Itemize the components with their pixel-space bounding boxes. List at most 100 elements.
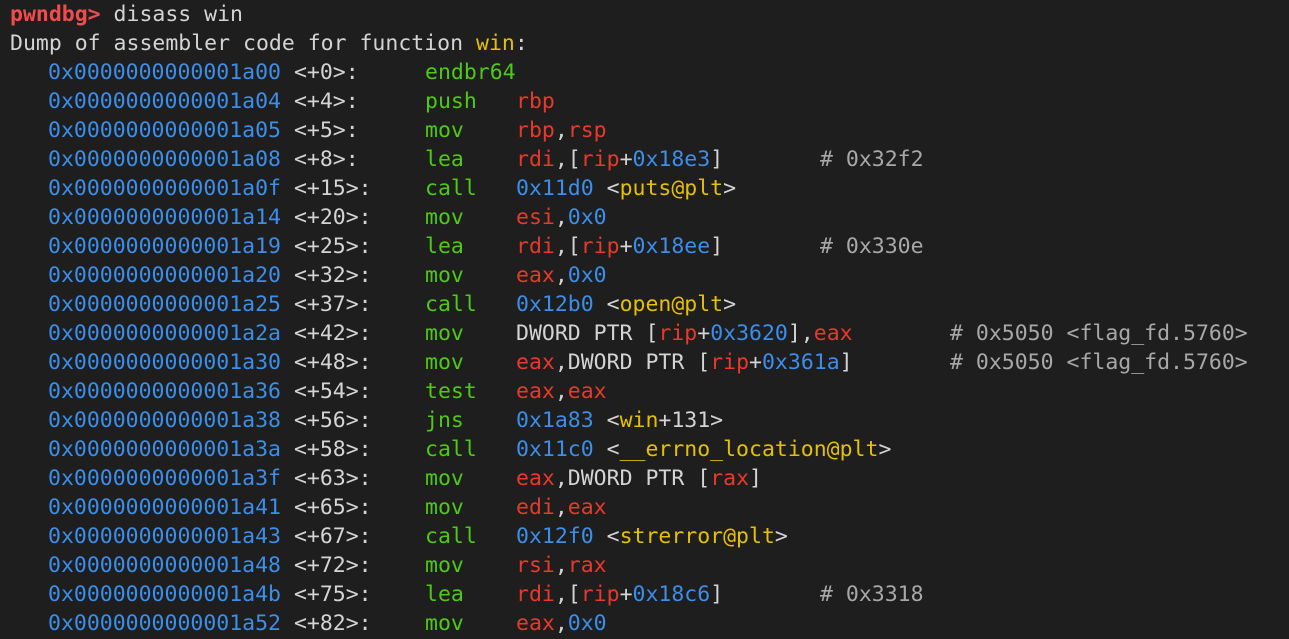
operand-text: +131> <box>658 408 724 433</box>
instruction-address: 0x0000000000001a3a <box>48 437 281 462</box>
operand-text: ,[ <box>554 234 581 259</box>
instruction-offset: <+37>: <box>293 292 372 317</box>
instruction-mnemonic: mov <box>425 495 464 520</box>
instruction-operands: rsi,rax <box>516 551 607 580</box>
operand-text: + <box>619 582 633 607</box>
instruction-operands: 0x1a83 <win+131> <box>516 406 723 435</box>
instruction-offset: <+72>: <box>293 553 372 578</box>
instruction-row: 0x0000000000001a08 <+8>: lea rdi,[rip+0x18… <box>48 145 924 174</box>
operand-number: 0x1a83 <box>516 408 594 433</box>
instruction-address: 0x0000000000001a25 <box>48 292 281 317</box>
operand-text: > <box>723 292 737 317</box>
instruction-operands: 0x11d0 <puts@plt> <box>516 174 736 203</box>
operand-text: , <box>554 553 568 578</box>
operand-text: ,[ <box>554 147 581 172</box>
instruction-row: 0x0000000000001a20 <+32>: mov eax,0x0 <box>48 261 607 290</box>
operand-number: 0x18e3 <box>632 147 711 172</box>
operand-number: 0x361a <box>761 350 840 375</box>
instruction-mnemonic: call <box>425 437 477 462</box>
operand-text: ], <box>787 321 814 346</box>
instruction-operands: eax,0x0 <box>516 609 607 638</box>
instruction-row: 0x0000000000001a19 <+25>: lea rdi,[rip+0x1… <box>48 232 924 261</box>
operand-register: eax <box>516 350 555 375</box>
instruction-address: 0x0000000000001a38 <box>48 408 281 433</box>
operand-text: > <box>723 176 737 201</box>
operand-register: rip <box>658 321 698 346</box>
operand-text: + <box>749 350 762 375</box>
operand-number: 0x11c0 <box>516 437 594 462</box>
pwndbg-prompt: pwndbg> <box>10 2 101 27</box>
operand-register: rbp <box>516 118 555 143</box>
instruction-offset: <+20>: <box>293 205 372 230</box>
operand-text: ] <box>710 582 724 607</box>
instruction-operands: rbp,rsp <box>516 116 607 145</box>
instruction-address: 0x0000000000001a30 <box>48 350 281 375</box>
operand-number: 0x18ee <box>632 234 711 259</box>
dump-header: Dump of assembler code for function win: <box>10 29 528 58</box>
instruction-mnemonic: mov <box>425 118 464 143</box>
instruction-address: 0x0000000000001a3f <box>48 466 281 491</box>
operand-register: rip <box>580 147 620 172</box>
operand-register: rbp <box>516 89 555 114</box>
instruction-offset: <+8>: <box>293 147 359 172</box>
instruction-row: 0x0000000000001a25 <+37>: call 0x12b0 <ope… <box>48 290 736 319</box>
instruction-row: 0x0000000000001a43 <+67>: call 0x12f0 <str… <box>48 522 788 551</box>
instruction-address: 0x0000000000001a0f <box>48 176 281 201</box>
operand-number: 0x3620 <box>710 321 788 346</box>
instruction-offset: <+58>: <box>293 437 372 462</box>
operand-register: eax <box>567 379 607 404</box>
operand-register: eax <box>516 263 555 288</box>
instruction-address: 0x0000000000001a48 <box>48 553 281 578</box>
instruction-operands: eax,DWORD PTR [rip+0x361a] <box>516 348 853 377</box>
instruction-address: 0x0000000000001a19 <box>48 234 281 259</box>
instruction-address: 0x0000000000001a52 <box>48 611 281 636</box>
instruction-operands: 0x12b0 <open@plt> <box>516 290 736 319</box>
instruction-row: 0x0000000000001a48 <+72>: mov rsi,rax <box>48 551 607 580</box>
operand-text: ] <box>839 350 853 375</box>
instruction-offset: <+75>: <box>293 582 372 607</box>
operand-symbol: open@plt <box>619 292 724 317</box>
instruction-mnemonic: mov <box>425 611 464 636</box>
instruction-mnemonic: mov <box>425 553 464 578</box>
instruction-operands: 0x12f0 <strerror@plt> <box>516 522 788 551</box>
instruction-comment: # 0x32f2 <box>820 147 924 172</box>
instruction-row: 0x0000000000001a0f <+15>: call 0x11d0 <put… <box>48 174 736 203</box>
instruction-address: 0x0000000000001a08 <box>48 147 281 172</box>
operand-symbol: puts@plt <box>619 176 724 201</box>
instruction-row: 0x0000000000001a3f <+63>: mov eax,DWORD PT… <box>48 464 762 493</box>
operand-number: 0x18c6 <box>632 582 711 607</box>
command-text: disass win <box>100 2 243 27</box>
instruction-operands: eax,0x0 <box>516 261 607 290</box>
operand-text: + <box>619 147 633 172</box>
instruction-address: 0x0000000000001a43 <box>48 524 281 549</box>
operand-register: eax <box>813 321 853 346</box>
operand-text: ] <box>749 466 762 491</box>
instruction-mnemonic: jns <box>425 408 464 433</box>
dump-header-suffix: : <box>514 31 528 56</box>
instruction-comment: # 0x3318 <box>820 582 924 607</box>
instruction-mnemonic: push <box>425 89 477 114</box>
instruction-mnemonic: mov <box>425 321 464 346</box>
instruction-row: 0x0000000000001a52 <+82>: mov eax,0x0 <box>48 609 607 638</box>
operand-text: + <box>619 234 633 259</box>
instruction-comment: # 0x5050 <flag_fd.5760> <box>950 350 1248 375</box>
instruction-address: 0x0000000000001a20 <box>48 263 281 288</box>
instruction-operands: DWORD PTR [rip+0x3620],eax <box>516 319 853 348</box>
operand-text: < <box>593 292 620 317</box>
terminal-window[interactable]: pwndbg> disass win Dump of assembler cod… <box>0 0 1289 639</box>
operand-number: 0x11d0 <box>516 176 594 201</box>
instruction-operands: esi,0x0 <box>516 203 607 232</box>
instruction-operands: rdi,[rip+0x18c6] <box>516 580 723 609</box>
operand-text: , <box>554 118 568 143</box>
instruction-row: 0x0000000000001a00 <+0>: endbr64 <box>48 58 516 87</box>
instruction-mnemonic: mov <box>425 205 464 230</box>
operand-text: , <box>554 379 568 404</box>
instruction-offset: <+5>: <box>293 118 359 143</box>
instruction-offset: <+25>: <box>293 234 372 259</box>
instruction-operands: 0x11c0 <__errno_location@plt> <box>516 435 891 464</box>
instruction-offset: <+32>: <box>293 263 372 288</box>
instruction-row: 0x0000000000001a36 <+54>: test eax,eax <box>48 377 607 406</box>
operand-text: ,DWORD PTR [ <box>554 466 711 491</box>
instruction-offset: <+54>: <box>293 379 372 404</box>
operand-number: 0x0 <box>567 263 607 288</box>
